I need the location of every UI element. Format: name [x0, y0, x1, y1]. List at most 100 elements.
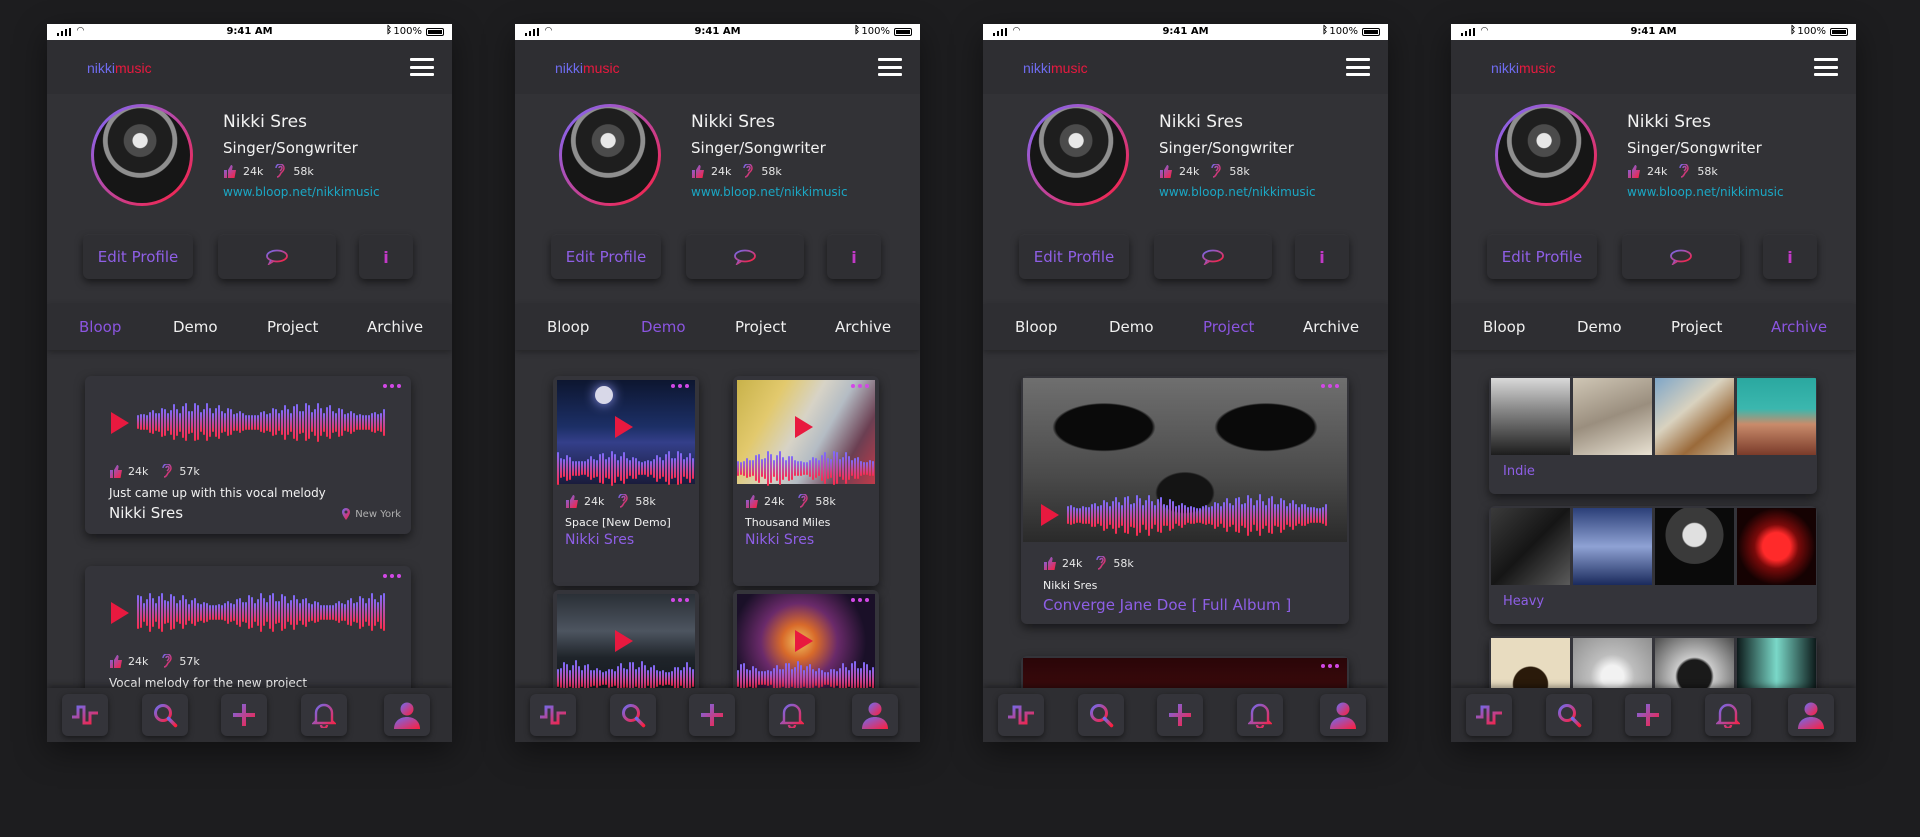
- brand-logo[interactable]: nikkimusic: [1491, 60, 1556, 76]
- nav-notifications[interactable]: [1237, 694, 1283, 736]
- nav-search[interactable]: [1078, 694, 1124, 736]
- nav-add[interactable]: [1625, 694, 1671, 736]
- demo-card[interactable]: [553, 590, 699, 700]
- album-thumb[interactable]: [1573, 378, 1652, 455]
- archive-group-label[interactable]: Heavy: [1503, 594, 1544, 609]
- demo-card[interactable]: 24k 58k Thousand Miles Nikki Sres: [733, 376, 879, 586]
- album-thumb[interactable]: [1491, 508, 1570, 585]
- tab-bloop[interactable]: Bloop: [547, 318, 589, 336]
- archive-group[interactable]: Heavy: [1489, 506, 1817, 624]
- info-button[interactable]: i: [1763, 235, 1817, 279]
- demo-artist[interactable]: Nikki Sres: [745, 532, 814, 548]
- tab-bloop[interactable]: Bloop: [1015, 318, 1057, 336]
- tab-bloop[interactable]: Bloop: [79, 318, 121, 336]
- album-thumb[interactable]: [1573, 508, 1652, 585]
- avatar[interactable]: [1027, 104, 1129, 206]
- album-thumb[interactable]: [1655, 508, 1734, 585]
- tab-project[interactable]: Project: [267, 318, 318, 336]
- play-icon[interactable]: [111, 602, 129, 624]
- nav-profile[interactable]: [1320, 694, 1366, 736]
- nav-notifications[interactable]: [1705, 694, 1751, 736]
- project-card[interactable]: 24k 58k Nikki Sres Converge Jane Doe [ F…: [1021, 376, 1349, 624]
- message-button[interactable]: [686, 235, 804, 279]
- profile-link[interactable]: www.bloop.net/nikkimusic: [223, 185, 380, 199]
- nav-feed[interactable]: [1466, 694, 1512, 736]
- more-dots-icon[interactable]: [671, 384, 689, 388]
- nav-profile[interactable]: [384, 694, 430, 736]
- album-thumb[interactable]: [1655, 378, 1734, 455]
- waveform[interactable]: [137, 402, 387, 442]
- tab-archive[interactable]: Archive: [1303, 318, 1359, 336]
- message-button[interactable]: [1154, 235, 1272, 279]
- play-icon[interactable]: [615, 630, 633, 652]
- menu-icon[interactable]: [1346, 58, 1370, 76]
- menu-icon[interactable]: [1814, 58, 1838, 76]
- nav-search[interactable]: [610, 694, 656, 736]
- project-artist[interactable]: Nikki Sres: [1043, 579, 1097, 592]
- profile-link[interactable]: www.bloop.net/nikkimusic: [691, 185, 848, 199]
- more-dots-icon[interactable]: [851, 384, 869, 388]
- nav-feed[interactable]: [530, 694, 576, 736]
- archive-group[interactable]: Indie: [1489, 376, 1817, 494]
- nav-search[interactable]: [1546, 694, 1592, 736]
- tab-demo[interactable]: Demo: [173, 318, 218, 336]
- more-dots-icon[interactable]: [851, 598, 869, 602]
- demo-artist[interactable]: Nikki Sres: [565, 532, 634, 548]
- tab-demo[interactable]: Demo: [641, 318, 686, 336]
- menu-icon[interactable]: [410, 58, 434, 76]
- tab-project[interactable]: Project: [1671, 318, 1722, 336]
- tab-project[interactable]: Project: [735, 318, 786, 336]
- info-button[interactable]: i: [827, 235, 881, 279]
- edit-profile-button[interactable]: Edit Profile: [83, 235, 193, 279]
- more-dots-icon[interactable]: [1321, 664, 1339, 668]
- brand-logo[interactable]: nikkimusic: [1023, 60, 1088, 76]
- nav-feed[interactable]: [62, 694, 108, 736]
- tab-project[interactable]: Project: [1203, 318, 1254, 336]
- avatar[interactable]: [559, 104, 661, 206]
- play-icon[interactable]: [795, 416, 813, 438]
- demo-card[interactable]: [733, 590, 879, 700]
- more-dots-icon[interactable]: [383, 384, 401, 388]
- more-dots-icon[interactable]: [671, 598, 689, 602]
- waveform[interactable]: [137, 592, 387, 632]
- bloop-artist[interactable]: Nikki Sres: [109, 504, 183, 522]
- album-thumb[interactable]: [1737, 378, 1816, 455]
- album-thumb[interactable]: [1491, 378, 1570, 455]
- play-icon[interactable]: [1041, 504, 1059, 526]
- demo-card[interactable]: 24k 58k Space [New Demo] Nikki Sres: [553, 376, 699, 586]
- message-button[interactable]: [218, 235, 336, 279]
- archive-group-label[interactable]: Indie: [1503, 464, 1535, 479]
- nav-add[interactable]: [1157, 694, 1203, 736]
- edit-profile-button[interactable]: Edit Profile: [1487, 235, 1597, 279]
- nav-feed[interactable]: [998, 694, 1044, 736]
- nav-add[interactable]: [221, 694, 267, 736]
- avatar[interactable]: [91, 104, 193, 206]
- play-icon[interactable]: [795, 630, 813, 652]
- play-icon[interactable]: [615, 416, 633, 438]
- brand-logo[interactable]: nikkimusic: [555, 60, 620, 76]
- edit-profile-button[interactable]: Edit Profile: [551, 235, 661, 279]
- album-thumb[interactable]: [1737, 508, 1816, 585]
- tab-archive[interactable]: Archive: [835, 318, 891, 336]
- profile-link[interactable]: www.bloop.net/nikkimusic: [1159, 185, 1316, 199]
- message-button[interactable]: [1622, 235, 1740, 279]
- project-title[interactable]: Converge Jane Doe [ Full Album ]: [1043, 596, 1291, 614]
- nav-profile[interactable]: [1788, 694, 1834, 736]
- info-button[interactable]: i: [359, 235, 413, 279]
- info-button[interactable]: i: [1295, 235, 1349, 279]
- bloop-card[interactable]: 24k 57k Just came up with this vocal mel…: [85, 376, 411, 534]
- nav-notifications[interactable]: [769, 694, 815, 736]
- play-icon[interactable]: [111, 412, 129, 434]
- tab-archive[interactable]: Archive: [367, 318, 423, 336]
- avatar[interactable]: [1495, 104, 1597, 206]
- tab-demo[interactable]: Demo: [1109, 318, 1154, 336]
- menu-icon[interactable]: [878, 58, 902, 76]
- more-dots-icon[interactable]: [1321, 384, 1339, 388]
- tab-bloop[interactable]: Bloop: [1483, 318, 1525, 336]
- edit-profile-button[interactable]: Edit Profile: [1019, 235, 1129, 279]
- nav-search[interactable]: [142, 694, 188, 736]
- nav-profile[interactable]: [852, 694, 898, 736]
- tab-demo[interactable]: Demo: [1577, 318, 1622, 336]
- tab-archive[interactable]: Archive: [1771, 318, 1827, 336]
- nav-notifications[interactable]: [301, 694, 347, 736]
